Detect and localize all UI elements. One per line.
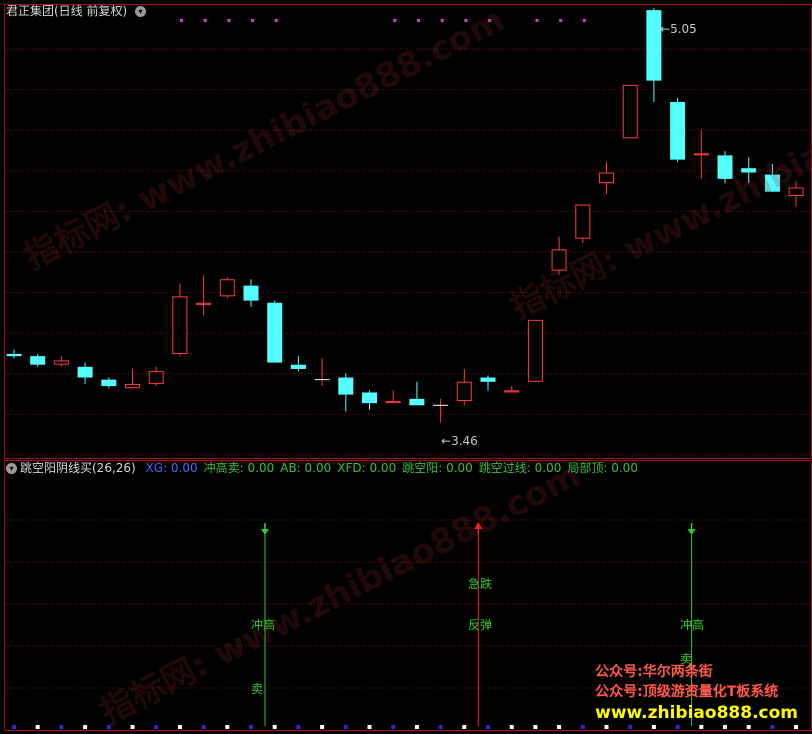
promo-url: www.zhibiao888.com [595, 703, 798, 723]
candle-body [196, 302, 212, 305]
candle-body [125, 383, 140, 389]
candle-body [338, 377, 354, 395]
arrow-down-icon [261, 529, 269, 535]
marker-dot [180, 19, 183, 22]
marker-dot [59, 725, 64, 729]
indicator-param: AB: 0.00 [280, 461, 332, 475]
marker-dot [320, 725, 325, 729]
marker-dot [509, 725, 514, 729]
candle-body [670, 101, 686, 160]
indicator-param: 冲高卖: 0.00 [203, 461, 275, 475]
marker-dot [393, 19, 397, 22]
marker-dot [699, 725, 704, 729]
chart-window: 君正集团(日线 前复权) ▾ ▾ 跳空阳阴线买(26,26) XG: 0.00 冲高… [0, 0, 812, 734]
marker-dot [251, 19, 255, 22]
marker-dot [559, 19, 563, 22]
marker-dot [770, 725, 775, 729]
marker-dot [225, 725, 230, 729]
candle-body [148, 371, 164, 384]
candle-body [575, 204, 591, 239]
signal-label: 卖 [251, 682, 264, 696]
marker-dot [177, 725, 182, 729]
marker-dot [12, 725, 16, 729]
candle-body [480, 377, 496, 382]
marker-dot [83, 725, 88, 729]
candle-body [243, 285, 259, 301]
marker-dot [343, 725, 348, 729]
marker-dot [154, 725, 159, 729]
marker-dot [557, 725, 562, 729]
marker-dot [794, 725, 799, 729]
marker-dot [272, 725, 277, 729]
indicator-param: 跳空阳: 0.00 [402, 461, 473, 475]
marker-dot [582, 19, 586, 22]
candle-body [409, 398, 425, 406]
marker-dot [414, 725, 419, 729]
indicator-param: XG: 0.00 [145, 461, 198, 475]
marker-dot [486, 725, 490, 729]
candle-body [172, 296, 188, 355]
candle-body [30, 356, 46, 365]
promo-line: 公众号:华尔两条街 [595, 664, 713, 680]
marker-dot [675, 725, 680, 729]
indicator-name[interactable]: 跳空阳阴线买(26,26) [20, 461, 136, 475]
marker-dot [35, 725, 40, 729]
candle-body [219, 279, 235, 297]
marker-dot [417, 19, 420, 22]
arrow-down-icon [687, 529, 696, 535]
marker-dot [249, 725, 253, 729]
marker-dot [604, 725, 609, 729]
candle-body [527, 319, 543, 382]
marker-dot [746, 725, 751, 729]
candle-body [362, 392, 377, 404]
candle-body [456, 381, 472, 402]
marker-dot [130, 725, 135, 729]
candle-body [599, 172, 614, 184]
marker-dot [227, 19, 231, 22]
marker-dot [391, 725, 396, 729]
promo-line: 公众号:顶级游资量化T板系统 [595, 684, 779, 700]
low-price-label: ←3.46 [441, 434, 478, 448]
candle-body [101, 379, 117, 387]
marker-dot [535, 19, 539, 22]
candle-body [267, 302, 283, 363]
signal-label: 冲高 [680, 618, 705, 632]
signal-label: 急跌 [468, 577, 493, 591]
candle-body [504, 390, 520, 393]
candle-body [290, 364, 306, 369]
indicator-param: XFD: 0.00 [337, 461, 397, 475]
marker-dot [651, 725, 656, 729]
marker-dot [438, 725, 443, 729]
marker-dot [201, 725, 206, 729]
marker-dot [723, 725, 727, 729]
marker-dot [533, 725, 538, 729]
candle-body [77, 366, 93, 378]
marker-dot [367, 725, 372, 729]
promo-block: 公众号:华尔两条街 公众号:顶级游资量化T板系统 www.zhibiao888.… [595, 662, 798, 724]
chevron-down-icon[interactable]: ▾ [6, 463, 17, 474]
marker-dot [203, 19, 207, 22]
marker-dot [296, 725, 301, 729]
marker-dot [628, 725, 633, 729]
marker-dot [580, 725, 585, 729]
marker-dot [274, 19, 278, 22]
candle-body [6, 354, 22, 357]
high-price-label: ←5.05 [660, 22, 697, 36]
candle-body [53, 360, 69, 365]
signal-label: 反弹 [468, 618, 493, 632]
candle-body [385, 401, 401, 404]
candle-body [646, 10, 662, 81]
marker-dot [462, 725, 467, 729]
candle-body [693, 153, 709, 156]
candle-body [622, 84, 638, 139]
